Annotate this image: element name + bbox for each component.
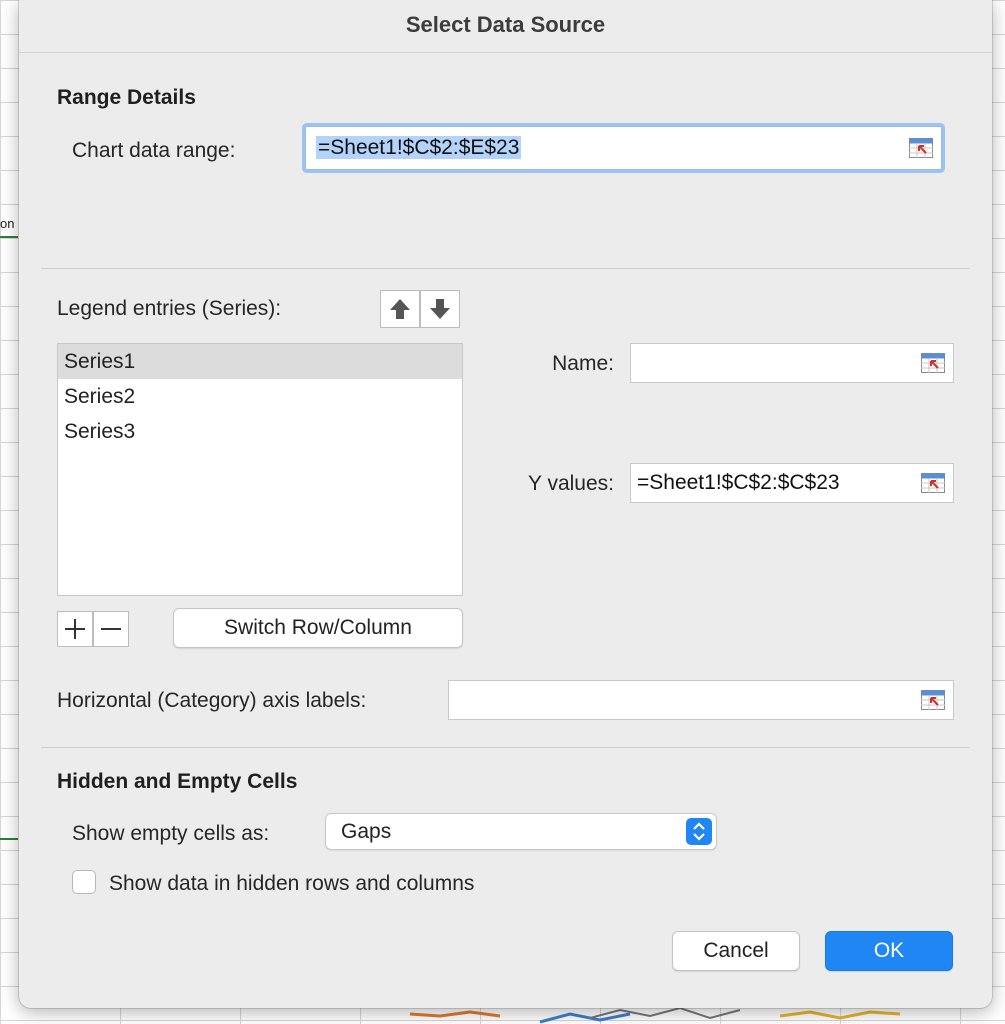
show-empty-cells-value: Gaps — [341, 819, 392, 843]
series-name-label: Name: — [552, 352, 614, 375]
show-empty-cells-label: Show empty cells as: — [72, 822, 270, 845]
dialog-title: Select Data Source — [405, 12, 606, 37]
section-divider — [41, 747, 970, 748]
range-picker-icon[interactable] — [921, 473, 945, 493]
cancel-button[interactable]: Cancel — [672, 931, 800, 971]
select-chevron-icon — [686, 818, 712, 845]
range-picker-icon[interactable] — [921, 353, 945, 373]
background-cell-text: on — [0, 216, 15, 231]
range-details-heading: Range Details — [57, 86, 196, 109]
series-list-item[interactable]: Series2 — [58, 379, 462, 414]
show-hidden-data-checkbox[interactable] — [72, 870, 96, 894]
y-values-input[interactable]: =Sheet1!$C$2:$C$23 — [630, 463, 954, 503]
range-picker-icon[interactable] — [909, 138, 933, 158]
add-series-button[interactable] — [57, 611, 93, 647]
hidden-empty-heading: Hidden and Empty Cells — [57, 770, 298, 793]
series-list-item[interactable]: Series1 — [58, 344, 462, 379]
remove-series-button[interactable] — [93, 611, 129, 647]
series-name-input[interactable] — [630, 343, 954, 383]
background-chart-line — [0, 236, 18, 238]
arrow-down-icon — [430, 299, 450, 319]
ok-button[interactable]: OK — [825, 931, 953, 971]
series-list[interactable]: Series1 Series2 Series3 — [57, 343, 463, 596]
chart-data-range-label: Chart data range: — [72, 139, 236, 162]
y-values-label: Y values: — [528, 472, 614, 495]
section-divider — [41, 268, 970, 269]
legend-entries-label: Legend entries (Series): — [57, 297, 282, 320]
show-empty-cells-select[interactable]: Gaps — [325, 813, 717, 850]
category-axis-labels-label: Horizontal (Category) axis labels: — [57, 689, 367, 712]
chart-data-range-input[interactable]: =Sheet1!$C$2:$E$23 — [305, 126, 942, 170]
move-series-up-button[interactable] — [380, 290, 420, 328]
range-picker-icon[interactable] — [921, 690, 945, 710]
move-series-down-button[interactable] — [420, 290, 460, 328]
category-axis-labels-input[interactable] — [448, 680, 954, 720]
minus-icon — [101, 628, 121, 630]
series-list-item[interactable]: Series3 — [58, 414, 462, 449]
switch-row-column-button[interactable]: Switch Row/Column — [173, 608, 463, 648]
title-separator — [19, 52, 992, 53]
select-data-source-dialog: Select Data Source Range Details Chart d… — [19, 0, 992, 1008]
y-values-value: =Sheet1!$C$2:$C$23 — [637, 471, 840, 494]
plus-icon — [65, 619, 85, 639]
background-chart-line — [0, 838, 18, 840]
chart-data-range-value: =Sheet1!$C$2:$E$23 — [316, 136, 522, 159]
show-hidden-data-label[interactable]: Show data in hidden rows and columns — [109, 872, 474, 896]
arrow-up-icon — [390, 299, 410, 319]
